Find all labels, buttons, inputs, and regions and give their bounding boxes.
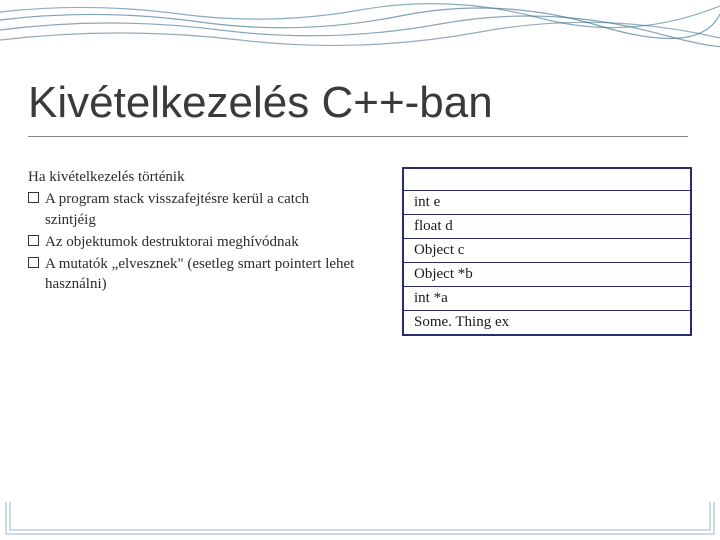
stack-row: float d bbox=[404, 215, 690, 239]
stack-row: int *a bbox=[404, 287, 690, 311]
stack-row: Object *b bbox=[404, 263, 690, 287]
stack-row: Object c bbox=[404, 239, 690, 263]
footer-frame-decoration bbox=[0, 502, 720, 540]
stack-row: Some. Thing ex bbox=[404, 311, 690, 334]
body-text-column: Ha kivételkezelés történik A program sta… bbox=[28, 167, 362, 336]
checkbox-bullet-icon bbox=[28, 235, 39, 246]
checkbox-bullet-icon bbox=[28, 192, 39, 203]
stack-row: int e bbox=[404, 191, 690, 215]
stack-row bbox=[404, 169, 690, 191]
bullet-item: Az objektumok destruktorai meghívódnak bbox=[28, 232, 362, 252]
intro-text: Ha kivételkezelés történik bbox=[28, 167, 362, 187]
bullet-item: A program stack visszafejtésre kerül a c… bbox=[28, 189, 362, 230]
bullet-text: A mutatók „elvesznek" (esetleg smart poi… bbox=[45, 254, 362, 295]
checkbox-bullet-icon bbox=[28, 257, 39, 268]
bullet-text: A program stack visszafejtésre kerül a c… bbox=[45, 189, 362, 230]
stack-diagram: int e float d Object c Object *b int *a … bbox=[402, 167, 692, 336]
bullet-text: Az objektumok destruktorai meghívódnak bbox=[45, 232, 362, 252]
bullet-item: A mutatók „elvesznek" (esetleg smart poi… bbox=[28, 254, 362, 295]
slide-title: Kivételkezelés C++-ban bbox=[28, 78, 692, 128]
